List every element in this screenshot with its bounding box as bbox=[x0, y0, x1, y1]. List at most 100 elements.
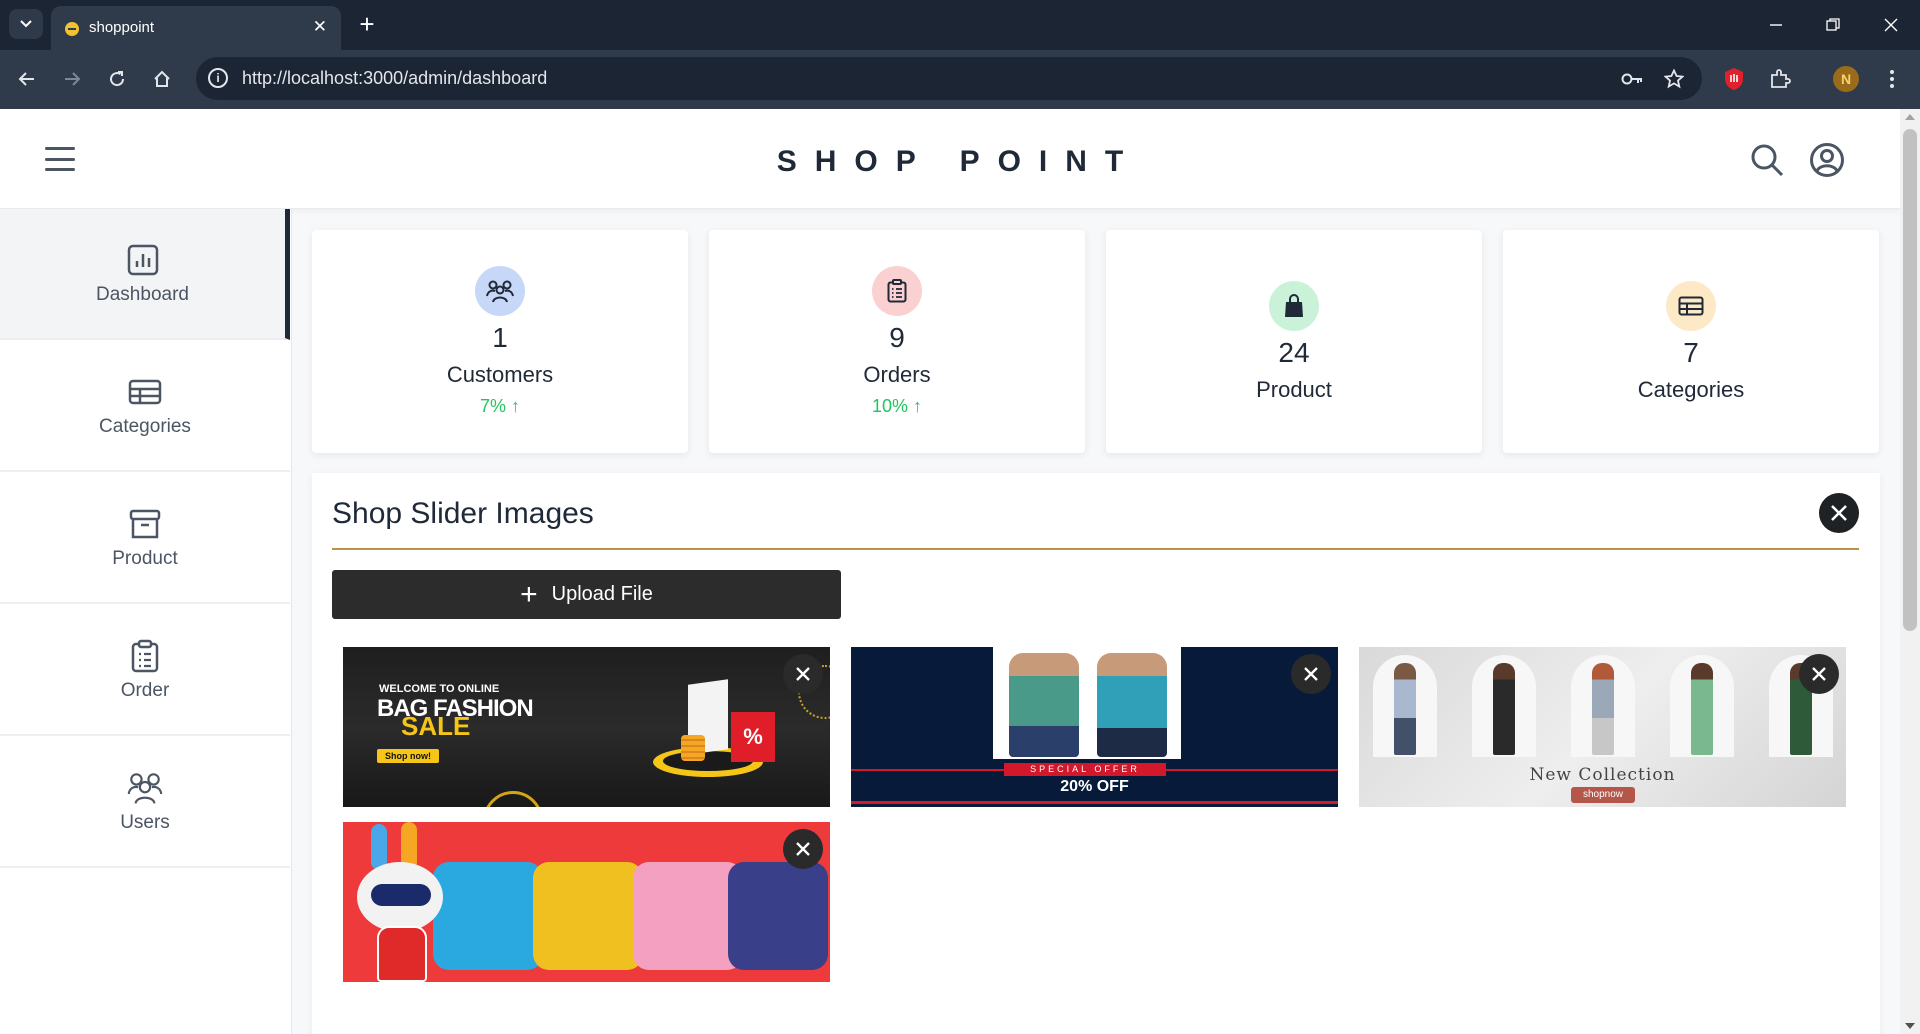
extensions-puzzle-icon[interactable] bbox=[1766, 65, 1794, 93]
scroll-down-icon[interactable] bbox=[1905, 1023, 1915, 1029]
close-icon bbox=[1304, 667, 1318, 681]
toy-speaker bbox=[633, 862, 743, 970]
model-figure bbox=[1009, 653, 1079, 757]
stat-card-categories: 7 Categories bbox=[1503, 230, 1879, 453]
upload-file-button[interactable]: + Upload File bbox=[332, 570, 841, 619]
close-icon bbox=[1812, 667, 1826, 681]
home-button[interactable] bbox=[147, 64, 177, 94]
back-button[interactable] bbox=[12, 64, 42, 94]
minimize-icon bbox=[1770, 24, 1782, 26]
browser-toolbar: i http://localhost:3000/admin/dashboard … bbox=[0, 50, 1920, 109]
close-window-button[interactable] bbox=[1871, 10, 1911, 40]
app-header: SHOP POINT bbox=[0, 109, 1900, 209]
url-text[interactable]: http://localhost:3000/admin/dashboard bbox=[242, 68, 547, 89]
slide-welcome-text: WELCOME TO ONLINE bbox=[379, 683, 500, 695]
stat-label: Orders bbox=[863, 362, 931, 387]
bookmark-star-icon[interactable] bbox=[1662, 67, 1686, 91]
slide-highlight: SALE bbox=[401, 711, 471, 741]
remove-image-button[interactable] bbox=[783, 654, 823, 694]
sidebar-item-users[interactable]: Users bbox=[0, 737, 290, 868]
extension-shield-icon[interactable] bbox=[1720, 65, 1748, 93]
close-icon bbox=[1884, 18, 1898, 32]
slide-discount: 20% OFF bbox=[1060, 778, 1129, 795]
stat-card-orders: 9 Orders 10% ↑ bbox=[709, 230, 1085, 453]
stat-change: 10% ↑ bbox=[871, 396, 923, 416]
browser-menu-icon[interactable] bbox=[1878, 65, 1906, 93]
arrow-left-icon bbox=[18, 72, 34, 86]
search-icon[interactable] bbox=[1748, 141, 1786, 179]
reload-button[interactable] bbox=[102, 64, 132, 94]
sale-bag-badge: % bbox=[731, 712, 775, 762]
page: SHOP POINT Dashboard Categories Product bbox=[0, 109, 1900, 1034]
stat-value: 9 bbox=[889, 322, 905, 353]
forward-button[interactable] bbox=[57, 64, 87, 94]
sidebar-item-label: Product bbox=[112, 547, 178, 569]
stat-label: Customers bbox=[446, 362, 554, 387]
stat-card-customers: 1 Customers 7% ↑ bbox=[312, 230, 688, 453]
restore-button[interactable] bbox=[1813, 10, 1853, 40]
favicon-icon bbox=[65, 22, 79, 36]
model-figure bbox=[1592, 663, 1614, 755]
stat-value: 1 bbox=[492, 322, 508, 353]
sidebar-item-categories[interactable]: Categories bbox=[0, 341, 290, 472]
new-tab-button[interactable]: + bbox=[352, 9, 382, 39]
panel-title: Shop Slider Images bbox=[332, 497, 594, 530]
stat-card-product: 24 Product bbox=[1106, 230, 1482, 453]
stat-value: 7 bbox=[1683, 336, 1699, 368]
profile-avatar[interactable]: N bbox=[1832, 65, 1860, 93]
sidebar-item-dashboard[interactable]: Dashboard bbox=[0, 209, 290, 340]
sidebar-item-label: Categories bbox=[99, 415, 191, 437]
sidebar-item-order[interactable]: Order bbox=[0, 605, 290, 736]
page-scrollbar[interactable] bbox=[1900, 109, 1920, 1034]
slider-images-panel: Shop Slider Images + Upload File WELCOME… bbox=[312, 473, 1880, 1034]
clipboard-icon bbox=[127, 638, 163, 674]
slide-offer-text: SPECIAL OFFER bbox=[1004, 763, 1166, 776]
scroll-up-icon[interactable] bbox=[1905, 114, 1915, 120]
password-key-icon[interactable] bbox=[1620, 67, 1644, 91]
archive-icon bbox=[127, 506, 163, 542]
slide-cta: shopnow bbox=[1571, 787, 1635, 803]
close-icon bbox=[796, 842, 810, 856]
remove-image-button[interactable] bbox=[783, 829, 823, 869]
close-icon bbox=[796, 667, 810, 681]
divider bbox=[332, 548, 1859, 550]
model-figure bbox=[1394, 663, 1416, 755]
sidebar-item-label: Order bbox=[120, 679, 170, 701]
slide-cta: Shop now! bbox=[377, 749, 439, 763]
scroll-thumb[interactable] bbox=[1903, 129, 1917, 631]
arrow-right-icon bbox=[65, 72, 81, 86]
minimize-button[interactable] bbox=[1756, 10, 1796, 40]
reload-icon bbox=[110, 71, 125, 87]
home-icon bbox=[154, 70, 170, 87]
model-figure bbox=[1493, 663, 1515, 755]
table-icon bbox=[127, 374, 163, 410]
remove-image-button[interactable] bbox=[1291, 654, 1331, 694]
coins-icon bbox=[681, 735, 705, 761]
model-figure bbox=[1691, 663, 1713, 755]
sidebar: Dashboard Categories Product Order Users bbox=[0, 209, 292, 1034]
slider-image-toys bbox=[343, 822, 830, 982]
info-icon[interactable]: i bbox=[208, 68, 228, 88]
close-icon bbox=[1831, 505, 1847, 521]
users-icon bbox=[127, 770, 163, 806]
tab-list-button[interactable] bbox=[9, 9, 43, 39]
toy-speaker bbox=[433, 862, 543, 970]
sidebar-item-product[interactable]: Product bbox=[0, 473, 290, 604]
toy-speaker bbox=[728, 862, 828, 970]
remove-image-button[interactable] bbox=[1799, 654, 1839, 694]
sidebar-item-label: Users bbox=[120, 811, 170, 833]
browser-tab[interactable]: shoppoint ✕ bbox=[51, 6, 341, 50]
chevron-down-icon bbox=[20, 20, 32, 28]
tab-close-icon[interactable]: ✕ bbox=[313, 16, 327, 38]
plus-icon: + bbox=[520, 577, 538, 611]
bar-chart-icon bbox=[125, 242, 161, 278]
brand-title: SHOP POINT bbox=[776, 145, 1142, 178]
address-bar[interactable]: i http://localhost:3000/admin/dashboard bbox=[196, 57, 1702, 100]
browser-tab-bar: shoppoint ✕ + bbox=[0, 0, 1920, 50]
panel-close-button[interactable] bbox=[1819, 493, 1859, 533]
clipboard-icon bbox=[872, 266, 922, 316]
account-icon[interactable] bbox=[1808, 141, 1846, 179]
stat-label: Categories bbox=[1637, 376, 1745, 402]
stat-change: 7% ↑ bbox=[479, 396, 521, 416]
restore-icon bbox=[1826, 18, 1840, 31]
